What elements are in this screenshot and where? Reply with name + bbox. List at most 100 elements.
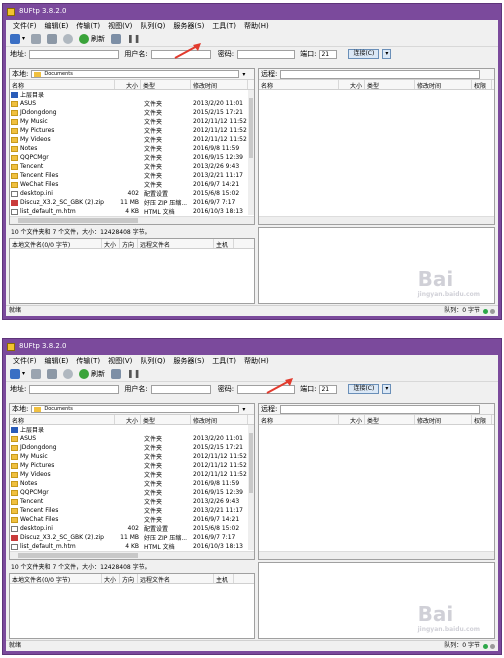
- col-type[interactable]: 类型: [141, 80, 191, 89]
- col-name[interactable]: 名称: [10, 80, 115, 89]
- disconnect-button[interactable]: [31, 368, 42, 379]
- menu-server[interactable]: 服务器(S): [169, 20, 208, 31]
- list-item[interactable]: WeChat Files 文件夹 2016/9/7 14:21: [10, 515, 254, 524]
- reconnect-button[interactable]: [47, 368, 58, 379]
- col-size[interactable]: 大小: [102, 574, 120, 583]
- col-local-file[interactable]: 本地文件名(0/0 字节): [10, 574, 102, 583]
- col-direction[interactable]: 方向: [120, 574, 138, 583]
- list-item[interactable]: Discuz_X3.2_SC_GBK (2).zip 11 MB 好压 ZIP 压缩…: [10, 533, 254, 542]
- col-perm[interactable]: 权限: [472, 415, 492, 424]
- col-date[interactable]: 修改时间: [191, 415, 248, 424]
- list-item[interactable]: WeChat Files 文件夹 2016/9/7 14:21: [10, 180, 254, 189]
- chevron-down-icon[interactable]: ▾: [242, 71, 245, 78]
- col-remote-file[interactable]: 远程文件名: [138, 574, 214, 583]
- remote-horizontal-scrollbar[interactable]: [259, 551, 494, 559]
- menu-tools[interactable]: 工具(T): [208, 355, 240, 366]
- list-item[interactable]: Tencent Files 文件夹 2013/2/21 11:17: [10, 171, 254, 180]
- scroll-thumb[interactable]: [249, 433, 253, 493]
- scroll-thumb[interactable]: [18, 553, 138, 558]
- menu-queue[interactable]: 队列(Q): [136, 20, 169, 31]
- col-name[interactable]: 名称: [259, 80, 339, 89]
- list-item[interactable]: list_default_m.htm 4 KB HTML 文档 2016/10/3 1…: [10, 207, 254, 216]
- connect-button[interactable]: 连接(C): [348, 384, 380, 394]
- col-date[interactable]: 修改时间: [191, 80, 248, 89]
- site-manager-button[interactable]: ▾: [10, 33, 25, 44]
- pause-button[interactable]: ❚❚: [127, 34, 140, 43]
- menu-file[interactable]: 文件(F): [9, 355, 41, 366]
- list-item[interactable]: Notes 文件夹 2016/9/8 11:59: [10, 479, 254, 488]
- local-vertical-scrollbar[interactable]: [248, 90, 254, 215]
- transfer-button[interactable]: [111, 33, 122, 44]
- list-item[interactable]: ASUS 文件夹 2013/2/20 11:01: [10, 434, 254, 443]
- disconnect-button[interactable]: [31, 33, 42, 44]
- refresh-button[interactable]: 刷新: [79, 33, 105, 44]
- col-date[interactable]: 修改时间: [415, 415, 472, 424]
- local-path-input[interactable]: Documents: [31, 405, 240, 413]
- col-name[interactable]: 名称: [10, 415, 115, 424]
- col-size[interactable]: 大小: [115, 415, 141, 424]
- stop-button[interactable]: [63, 368, 74, 379]
- list-item[interactable]: My Music 文件夹 2012/11/12 11:52: [10, 452, 254, 461]
- menu-edit[interactable]: 编辑(E): [41, 20, 73, 31]
- menu-tools[interactable]: 工具(T): [208, 20, 240, 31]
- list-item[interactable]: desktop.ini 402 配置设置 2015/6/8 15:02: [10, 524, 254, 533]
- col-type[interactable]: 类型: [141, 415, 191, 424]
- list-item[interactable]: My Videos 文件夹 2012/11/12 11:52: [10, 470, 254, 479]
- list-item[interactable]: Tencent 文件夹 2013/2/26 9:43: [10, 162, 254, 171]
- list-item[interactable]: QQPCMgr 文件夹 2016/9/15 12:39: [10, 153, 254, 162]
- refresh-button[interactable]: 刷新: [79, 368, 105, 379]
- col-direction[interactable]: 方向: [120, 239, 138, 248]
- col-type[interactable]: 类型: [365, 415, 415, 424]
- scroll-thumb[interactable]: [249, 98, 253, 158]
- address-input[interactable]: [29, 49, 120, 59]
- remote-path-input[interactable]: [280, 69, 481, 79]
- col-size[interactable]: 大小: [102, 239, 120, 248]
- username-input[interactable]: [150, 384, 211, 394]
- col-size[interactable]: 大小: [115, 80, 141, 89]
- reconnect-button[interactable]: [47, 33, 58, 44]
- menu-view[interactable]: 视图(V): [104, 20, 136, 31]
- col-type[interactable]: 类型: [365, 80, 415, 89]
- col-perm[interactable]: 权限: [472, 80, 492, 89]
- connect-button[interactable]: 连接(C): [348, 49, 380, 59]
- connect-dropdown-button[interactable]: ▾: [382, 384, 392, 394]
- menu-transfer[interactable]: 传输(T): [72, 355, 104, 366]
- list-item[interactable]: JDdongdong 文件夹 2015/2/15 17:21: [10, 443, 254, 452]
- local-path-input[interactable]: Documents: [31, 70, 240, 78]
- menu-edit[interactable]: 编辑(E): [41, 355, 73, 366]
- list-item-up[interactable]: 上层目录: [10, 425, 254, 434]
- list-item[interactable]: My Pictures 文件夹 2012/11/12 11:52: [10, 461, 254, 470]
- menu-help[interactable]: 帮助(H): [240, 355, 273, 366]
- local-vertical-scrollbar[interactable]: [248, 425, 254, 550]
- col-host[interactable]: 主机: [214, 574, 234, 583]
- col-local-file[interactable]: 本地文件名(0/0 字节): [10, 239, 102, 248]
- col-host[interactable]: 主机: [214, 239, 234, 248]
- list-item[interactable]: My Pictures 文件夹 2012/11/12 11:52: [10, 126, 254, 135]
- port-input[interactable]: 21: [319, 384, 338, 394]
- menu-file[interactable]: 文件(F): [9, 20, 41, 31]
- stop-button[interactable]: [63, 33, 74, 44]
- list-item[interactable]: Tencent 文件夹 2013/2/26 9:43: [10, 497, 254, 506]
- site-manager-button[interactable]: ▾: [10, 368, 25, 379]
- list-item[interactable]: list_default_m.htm 4 KB HTML 文档 2016/10/3 1…: [10, 542, 254, 551]
- list-item[interactable]: Tencent Files 文件夹 2013/2/21 11:17: [10, 506, 254, 515]
- list-item[interactable]: desktop.ini 402 配置设置 2015/6/8 15:02: [10, 189, 254, 198]
- remote-horizontal-scrollbar[interactable]: [259, 216, 494, 224]
- menu-help[interactable]: 帮助(H): [240, 20, 273, 31]
- scroll-thumb[interactable]: [18, 218, 138, 223]
- col-size[interactable]: 大小: [339, 80, 365, 89]
- menu-view[interactable]: 视图(V): [104, 355, 136, 366]
- col-name[interactable]: 名称: [259, 415, 339, 424]
- list-item[interactable]: Notes 文件夹 2016/9/8 11:59: [10, 144, 254, 153]
- connect-dropdown-button[interactable]: ▾: [382, 49, 392, 59]
- address-input[interactable]: [29, 384, 120, 394]
- list-item[interactable]: ASUS 文件夹 2013/2/20 11:01: [10, 99, 254, 108]
- local-horizontal-scrollbar[interactable]: [10, 216, 254, 224]
- pause-button[interactable]: ❚❚: [127, 369, 140, 378]
- list-item[interactable]: QQPCMgr 文件夹 2016/9/15 12:39: [10, 488, 254, 497]
- list-item[interactable]: My Videos 文件夹 2012/11/12 11:52: [10, 135, 254, 144]
- menu-server[interactable]: 服务器(S): [169, 355, 208, 366]
- menu-transfer[interactable]: 传输(T): [72, 20, 104, 31]
- port-input[interactable]: 21: [319, 49, 338, 59]
- col-size[interactable]: 大小: [339, 415, 365, 424]
